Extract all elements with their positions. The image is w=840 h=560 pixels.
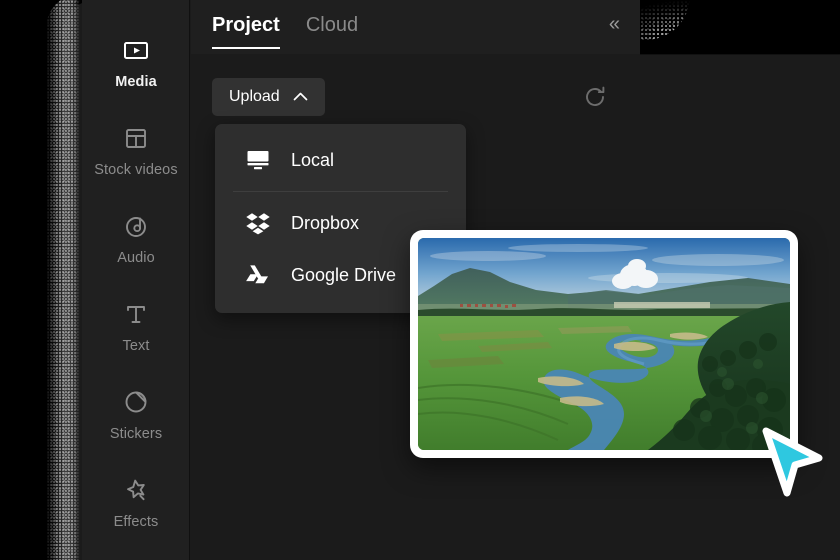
text-t-icon <box>121 299 151 329</box>
workspace-horizontal-divider <box>636 54 840 55</box>
refresh-icon[interactable] <box>582 84 608 115</box>
audio-note-circle-icon <box>121 211 151 241</box>
menu-item-local[interactable]: Local <box>215 134 466 186</box>
media-preview-card[interactable] <box>410 230 798 458</box>
chevron-up-icon <box>293 88 308 106</box>
google-drive-icon <box>245 262 271 288</box>
menu-item-label: Local <box>291 149 335 170</box>
layout-grid-icon <box>121 123 151 153</box>
monitor-icon <box>245 147 271 173</box>
menu-item-label: Dropbox <box>291 212 360 233</box>
sidebar-item-label: Effects <box>113 513 159 530</box>
sidebar-item-audio[interactable]: Audio <box>82 194 190 282</box>
tab-cloud[interactable]: Cloud <box>306 14 358 49</box>
menu-divider <box>233 191 448 192</box>
sidebar-item-label: Audio <box>117 249 155 266</box>
tab-project[interactable]: Project <box>212 14 280 49</box>
sidebar-item-stock-videos[interactable]: Stock videos <box>82 106 190 194</box>
media-play-rectangle-icon <box>121 35 151 65</box>
collapse-panel-icon[interactable]: « <box>609 14 620 34</box>
media-preview-image <box>418 238 790 450</box>
menu-item-label: Google Drive <box>291 264 397 285</box>
sidebar-item-stickers[interactable]: Stickers <box>82 370 190 458</box>
sidebar-item-effects[interactable]: Effects <box>82 458 190 546</box>
sidebar-item-media[interactable]: Media <box>82 18 190 106</box>
sidebar: Media Stock videos Audio Text Stickers E… <box>82 0 190 560</box>
screenshot-root: Media Stock videos Audio Text Stickers E… <box>0 0 840 560</box>
upload-toolbar: Upload <box>191 78 640 116</box>
dropbox-icon <box>245 210 271 236</box>
upload-button[interactable]: Upload <box>212 78 325 116</box>
sticker-peel-icon <box>121 387 151 417</box>
tab-label: Cloud <box>305 14 359 36</box>
sidebar-item-text[interactable]: Text <box>82 282 190 370</box>
sidebar-item-label: Stock videos <box>94 161 178 178</box>
tab-bar: Project Cloud « <box>191 0 640 54</box>
sidebar-item-label: Stickers <box>109 425 163 442</box>
sidebar-item-label: Text <box>122 337 150 354</box>
workspace-right-dark-fill <box>636 0 840 54</box>
tab-label: Project <box>212 14 280 36</box>
effects-star-sparkle-icon <box>121 475 151 505</box>
upload-button-label: Upload <box>229 88 280 105</box>
sidebar-item-label: Media <box>115 73 157 90</box>
